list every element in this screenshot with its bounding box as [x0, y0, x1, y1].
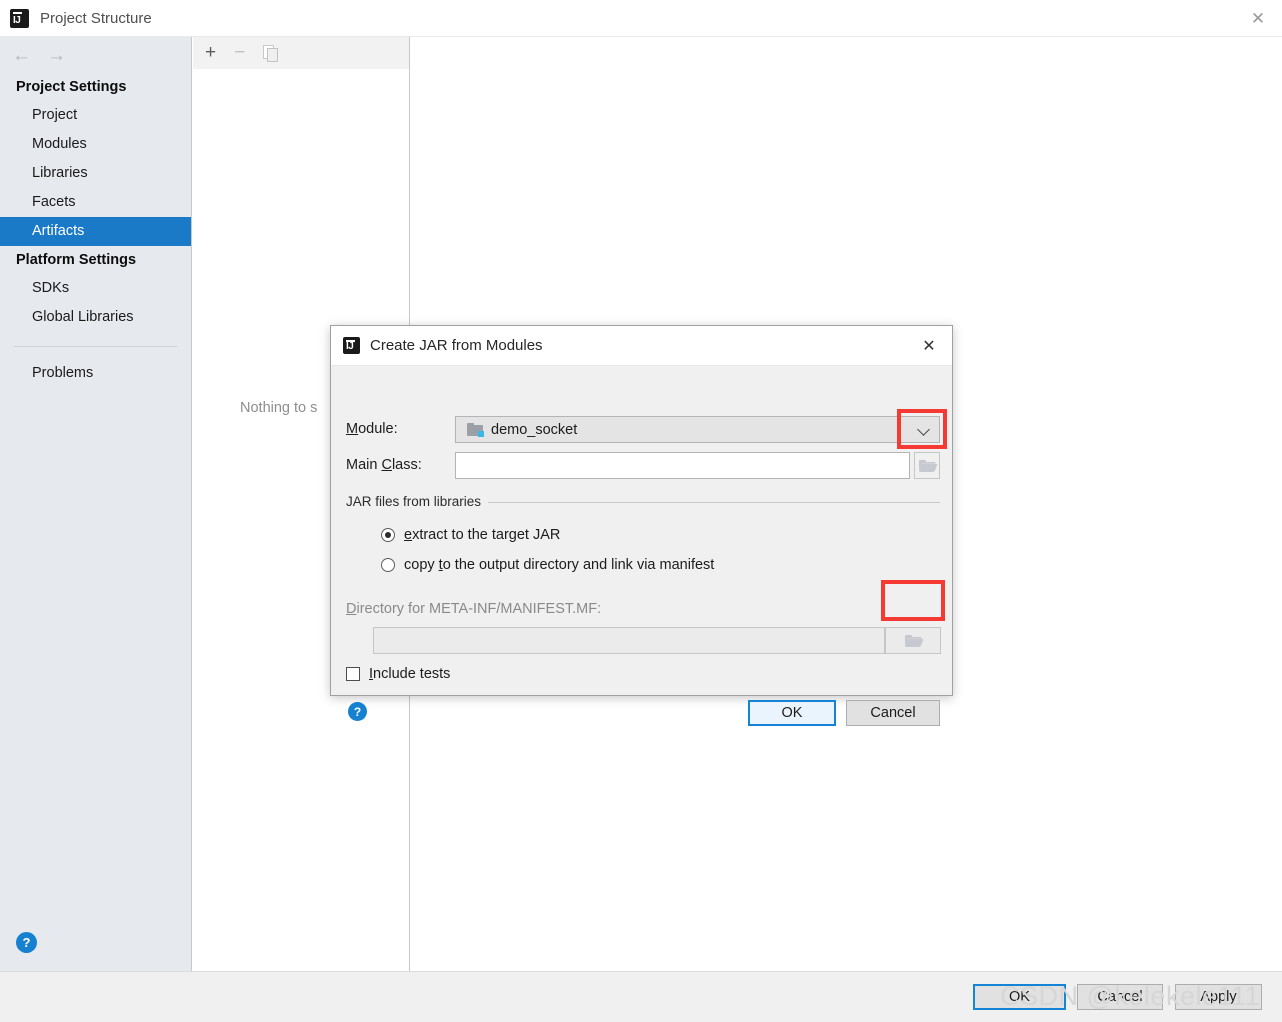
- main-class-label-mnemonic: C: [381, 457, 392, 473]
- module-label-mnemonic: M: [346, 421, 359, 437]
- radio-copy-rest: o the output directory and link via mani…: [442, 557, 715, 573]
- artifacts-toolbar: + −: [193, 37, 409, 69]
- main-class-input[interactable]: [455, 452, 910, 479]
- folder-open-icon: [918, 459, 937, 472]
- intellij-idea-icon: IJ: [342, 336, 361, 355]
- module-label: Module:: [346, 421, 398, 437]
- sidebar-divider: [14, 346, 177, 347]
- sidebar-item-facets[interactable]: Facets: [0, 188, 191, 217]
- radio-indicator[interactable]: [381, 558, 395, 572]
- dialog-ok-button[interactable]: OK: [748, 700, 836, 726]
- sidebar-item-libraries[interactable]: Libraries: [0, 159, 191, 188]
- group-divider: [434, 502, 940, 503]
- radio-extract-mnemonic: e: [404, 527, 413, 543]
- dialog-body: Module: demo_socket Main Class: JAR file…: [331, 366, 952, 726]
- intellij-idea-icon: IJ: [9, 7, 30, 29]
- module-row: Module: demo_socket: [346, 416, 940, 443]
- apply-button[interactable]: Apply: [1175, 984, 1262, 1010]
- sidebar-item-modules[interactable]: Modules: [0, 130, 191, 159]
- module-selected-value: demo_socket: [491, 421, 578, 438]
- folder-open-icon: [904, 634, 923, 647]
- window-title: Project Structure: [40, 9, 152, 27]
- radio-indicator[interactable]: [381, 528, 395, 542]
- manifest-directory-label: Directory for META-INF/MANIFEST.MF:: [346, 601, 601, 617]
- back-arrow-icon[interactable]: ←: [12, 46, 31, 65]
- main-class-label: Main Class:: [346, 457, 422, 473]
- radio-copy-label: copy to the output directory and link vi…: [404, 557, 714, 573]
- chevron-down-icon[interactable]: [917, 423, 930, 436]
- dialog-help-button[interactable]: ?: [348, 702, 367, 721]
- window-titlebar: IJ Project Structure ✕: [0, 0, 1282, 37]
- dialog-titlebar: IJ Create JAR from Modules ✕: [331, 326, 952, 366]
- dialog-title: Create JAR from Modules: [370, 337, 543, 354]
- module-label-rest: o: [358, 421, 367, 437]
- sidebar-group-platform-settings: Platform Settings: [16, 252, 137, 268]
- intellij-idea-icon-text: IJ: [13, 14, 21, 26]
- module-label-tail: dule:: [366, 421, 398, 437]
- settings-sidebar: ← → Project Settings Project Modules Lib…: [0, 37, 192, 971]
- remove-artifact-button[interactable]: −: [234, 43, 245, 62]
- close-icon[interactable]: ✕: [906, 326, 952, 366]
- manifest-directory-mnemonic: D: [346, 601, 357, 617]
- jar-files-group-legend: JAR files from libraries: [346, 494, 489, 509]
- nav-history-controls: ← →: [0, 37, 191, 73]
- sidebar-item-sdks[interactable]: SDKs: [0, 274, 191, 303]
- cancel-button[interactable]: Cancel: [1077, 984, 1163, 1010]
- radio-copy-prefix: copy: [404, 557, 439, 573]
- add-artifact-button[interactable]: +: [205, 43, 216, 62]
- forward-arrow-icon[interactable]: →: [47, 46, 66, 65]
- include-tests-checkbox[interactable]: Include tests: [346, 666, 450, 682]
- intellij-idea-icon-text: IJ: [346, 341, 354, 352]
- main-class-row: Main Class:: [346, 452, 940, 479]
- help-button[interactable]: ?: [16, 932, 37, 953]
- checkbox-indicator[interactable]: [346, 667, 360, 681]
- manifest-directory-rest: irectory for META-INF/MANIFEST.MF:: [356, 601, 602, 617]
- project-structure-window: IJ Project Structure ✕ ← → Project Setti…: [0, 0, 1282, 1022]
- sidebar-item-problems[interactable]: Problems: [0, 359, 191, 388]
- main-class-browse-button[interactable]: [914, 452, 940, 479]
- radio-copy-to-output-directory[interactable]: copy to the output directory and link vi…: [381, 557, 714, 573]
- include-tests-label: Include tests: [369, 666, 450, 682]
- main-class-label-tail: lass:: [391, 457, 422, 473]
- radio-extract-to-target-jar[interactable]: extract to the target JAR: [381, 527, 560, 543]
- create-jar-from-modules-dialog: IJ Create JAR from Modules ✕ Module: dem…: [330, 325, 953, 726]
- radio-extract-rest: xtract to the target JAR: [412, 527, 561, 543]
- sidebar-item-global-libraries[interactable]: Global Libraries: [0, 303, 191, 332]
- dialog-cancel-button[interactable]: Cancel: [846, 700, 940, 726]
- empty-state-text: Nothing to s: [240, 400, 318, 416]
- radio-extract-label: extract to the target JAR: [404, 527, 560, 543]
- manifest-directory-input[interactable]: [373, 627, 885, 654]
- include-tests-rest: nclude tests: [373, 666, 451, 682]
- sidebar-item-artifacts[interactable]: Artifacts: [0, 217, 191, 246]
- main-class-label-head: Main: [346, 457, 382, 473]
- copy-icon[interactable]: [263, 45, 279, 62]
- module-folder-icon: [467, 423, 484, 437]
- module-select[interactable]: demo_socket: [455, 416, 940, 443]
- ok-button[interactable]: OK: [973, 984, 1066, 1010]
- jar-files-group: JAR files from libraries extract to the …: [346, 494, 940, 582]
- sidebar-group-project-settings: Project Settings: [16, 79, 127, 95]
- manifest-directory-browse-button[interactable]: [885, 627, 941, 654]
- close-icon[interactable]: ✕: [1234, 0, 1282, 37]
- sidebar-item-project[interactable]: Project: [0, 101, 191, 130]
